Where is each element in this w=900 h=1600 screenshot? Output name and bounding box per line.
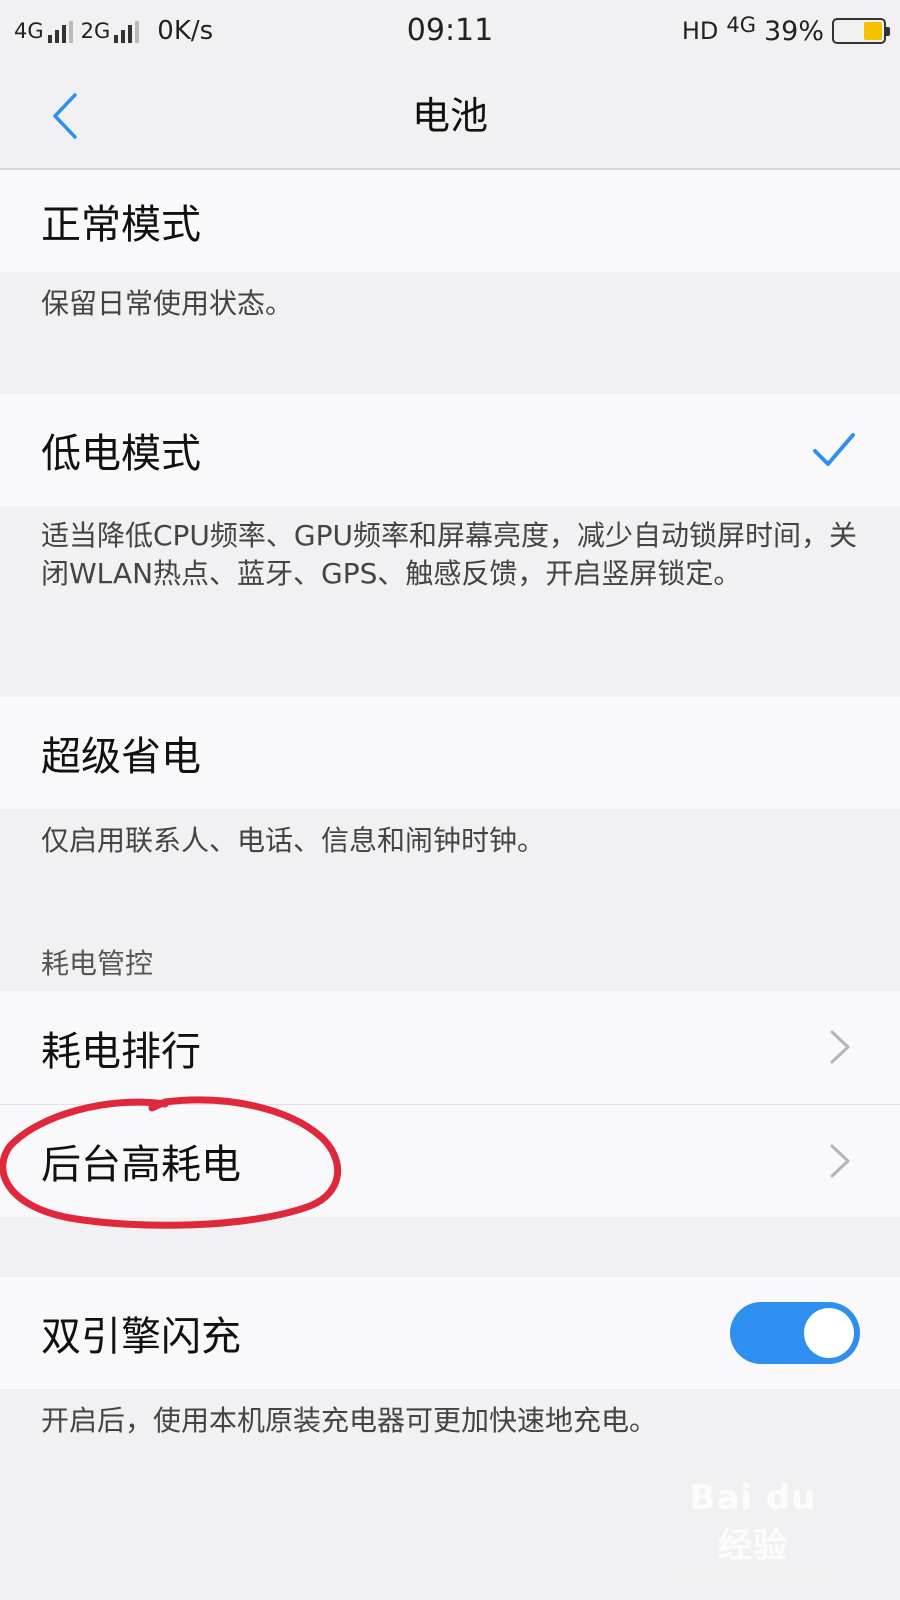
status-left: 4G 2G 0K/s (14, 16, 213, 46)
battery-settings-screen: 4G 2G 0K/s 09:11 HD 4G 39% 电池 正常模式 保留日常使… (0, 0, 900, 1600)
battery-icon (832, 18, 890, 44)
power-control-header: 耗电管控 (41, 947, 154, 980)
background-high-power-row[interactable]: 后台高耗电 (0, 1105, 900, 1217)
nav-bar: 电池 (0, 62, 900, 170)
watermark-logo: Bai du 经验 (689, 1478, 817, 1566)
watermark: Bai du 经验 jingyan.baidu.com (668, 1478, 838, 1585)
mode-normal-row[interactable]: 正常模式 (0, 170, 900, 272)
dual-engine-charge-row: 双引擎闪充 (0, 1277, 900, 1389)
mode-super-saving-row[interactable]: 超级省电 (0, 697, 900, 809)
status-right: HD 4G 39% (681, 0, 890, 62)
watermark-url: jingyan.baidu.com (683, 1567, 823, 1585)
status-bar: 4G 2G 0K/s 09:11 HD 4G 39% (0, 0, 900, 62)
mode-normal-label: 正常模式 (41, 202, 201, 248)
check-icon (813, 433, 855, 466)
mode-low-power-row[interactable]: 低电模式 (0, 394, 900, 506)
signal-bars-icon (114, 21, 140, 43)
mode-low-power-description: 适当降低CPU频率、GPU频率和屏幕亮度，减少自动锁屏时间，关闭WLAN热点、蓝… (41, 519, 858, 590)
sim2-network-type: 2G (80, 19, 111, 43)
signal-bars-icon (47, 21, 73, 43)
hd-indicator: HD (681, 17, 719, 45)
sim1-network-type: 4G (14, 19, 44, 43)
page-title: 电池 (411, 94, 488, 138)
dual-engine-charge-label: 双引擎闪充 (41, 1314, 241, 1360)
sim2-signal: 2G (81, 19, 140, 43)
sim1-signal: 4G (14, 19, 73, 43)
dual-engine-charge-description: 开启后，使用本机原装充电器可更加快速地充电。 (41, 1404, 658, 1437)
toggle-knob (804, 1308, 854, 1358)
dual-engine-charge-toggle[interactable] (730, 1302, 860, 1364)
battery-percent: 39% (763, 15, 824, 47)
chevron-right-icon (830, 1030, 850, 1064)
battery-fill (864, 22, 882, 40)
mode-normal-description: 保留日常使用状态。 (41, 287, 294, 320)
power-ranking-label: 耗电排行 (41, 1028, 201, 1075)
volte-indicator: 4G (726, 13, 756, 37)
power-ranking-row[interactable]: 耗电排行 (0, 991, 900, 1104)
mode-super-saving-description: 仅启用联系人、电话、信息和闹钟时钟。 (41, 824, 546, 857)
network-speed: 0K/s (157, 16, 214, 46)
mode-low-power-label: 低电模式 (41, 431, 201, 477)
chevron-right-icon (830, 1144, 850, 1178)
mode-super-saving-label: 超级省电 (41, 734, 201, 780)
background-high-power-label: 后台高耗电 (41, 1142, 241, 1188)
